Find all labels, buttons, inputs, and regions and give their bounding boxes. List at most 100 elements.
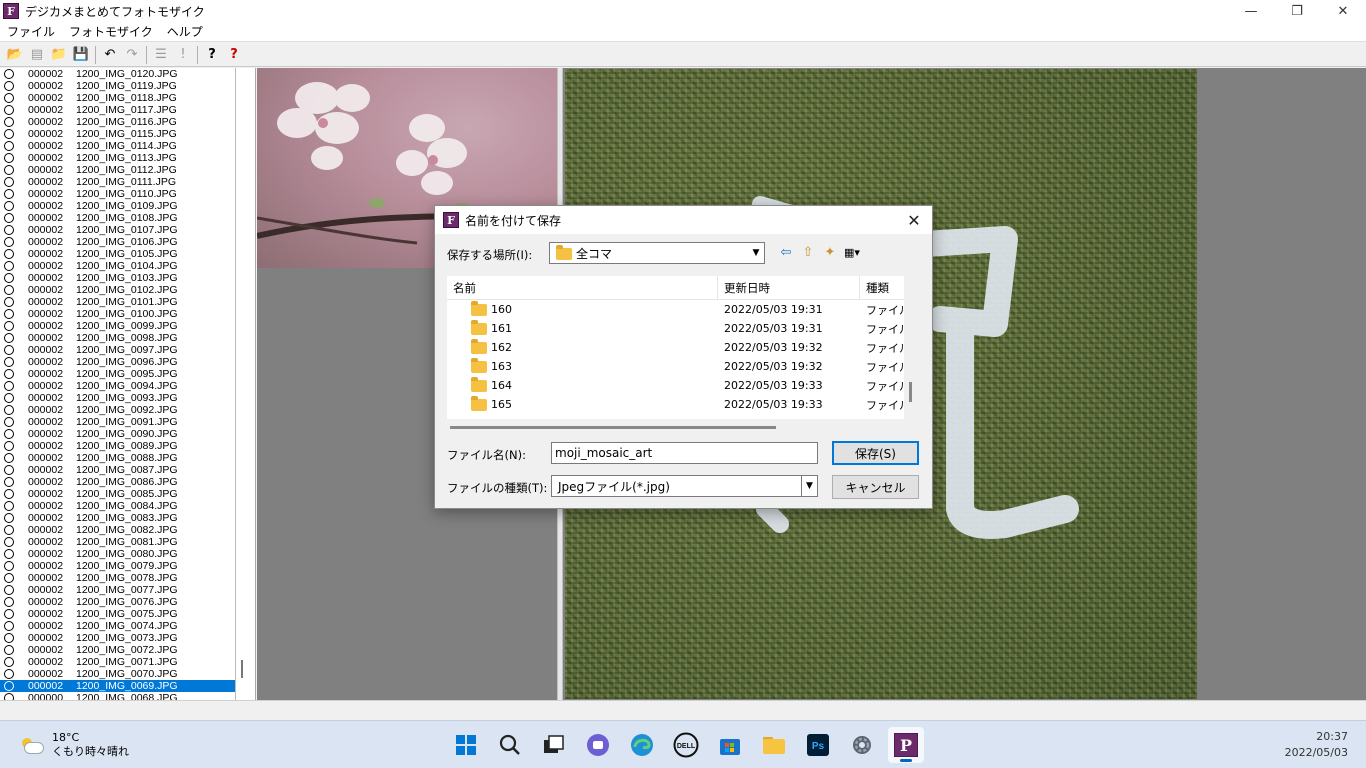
file-list-row[interactable]: 000002 1200_IMG_0105.JPG [0, 248, 235, 260]
file-list-row[interactable]: 000002 1200_IMG_0099.JPG [0, 320, 235, 332]
radio-icon[interactable] [4, 609, 14, 619]
radio-icon[interactable] [4, 381, 14, 391]
radio-icon[interactable] [4, 513, 14, 523]
search-icon[interactable] [492, 727, 528, 763]
radio-icon[interactable] [4, 309, 14, 319]
radio-icon[interactable] [4, 141, 14, 151]
radio-icon[interactable] [4, 81, 14, 91]
menu-help[interactable]: ヘルプ [160, 23, 210, 40]
file-list-row[interactable]: 000002 1200_IMG_0093.JPG [0, 392, 235, 404]
file-list-row[interactable]: 000002 1200_IMG_0070.JPG [0, 668, 235, 680]
file-list-row[interactable]: 000002 1200_IMG_0110.JPG [0, 188, 235, 200]
file-list-row[interactable]: 000002 1200_IMG_0113.JPG [0, 152, 235, 164]
minimize-button[interactable]: — [1228, 0, 1274, 22]
radio-icon[interactable] [4, 645, 14, 655]
close-button[interactable]: ✕ [1320, 0, 1366, 22]
file-list-row[interactable]: 000002 1200_IMG_0107.JPG [0, 224, 235, 236]
weather-widget[interactable]: 18°C くもり時々晴れ [20, 731, 129, 759]
radio-icon[interactable] [4, 537, 14, 547]
file-list-row[interactable]: 000002 1200_IMG_0104.JPG [0, 260, 235, 272]
radio-icon[interactable] [4, 333, 14, 343]
dialog-close-icon[interactable]: ✕ [904, 210, 924, 230]
radio-icon[interactable] [4, 393, 14, 403]
radio-icon[interactable] [4, 153, 14, 163]
save-button[interactable]: 保存(S) [832, 441, 919, 465]
file-list-row[interactable]: 000002 1200_IMG_0075.JPG [0, 608, 235, 620]
file-list-row[interactable]: 000002 1200_IMG_0117.JPG [0, 104, 235, 116]
radio-icon[interactable] [4, 621, 14, 631]
radio-icon[interactable] [4, 357, 14, 367]
file-list-row[interactable]: 000000 1200_IMG_0068.JPG [0, 692, 235, 700]
undo-icon[interactable]: ↶ [99, 45, 121, 65]
file-list-row[interactable]: 000002 1200_IMG_0118.JPG [0, 92, 235, 104]
file-list-row[interactable]: 000002 1200_IMG_0071.JPG [0, 656, 235, 668]
column-name[interactable]: 名前 ^ [447, 276, 718, 299]
store-icon[interactable] [712, 727, 748, 763]
file-list-row[interactable]: 000002 1200_IMG_0111.JPG [0, 176, 235, 188]
help-icon[interactable]: ? [201, 45, 223, 65]
back-icon[interactable]: ⇦ [775, 243, 797, 261]
file-list-row[interactable]: 000002 1200_IMG_0102.JPG [0, 284, 235, 296]
redo-icon[interactable]: ↷ [121, 45, 143, 65]
file-list-row[interactable]: 000002 1200_IMG_0096.JPG [0, 356, 235, 368]
cancel-button[interactable]: キャンセル [832, 475, 919, 499]
chevron-down-icon[interactable]: ▼ [801, 476, 817, 496]
radio-icon[interactable] [4, 201, 14, 211]
open-list-icon[interactable]: ▤ [26, 45, 48, 65]
folder-listview[interactable]: 名前 ^ 更新日時 種類 160 2022/05/03 19:31 ファイル 161 2… [447, 276, 904, 419]
file-list-row[interactable]: 000002 1200_IMG_0076.JPG [0, 596, 235, 608]
radio-icon[interactable] [4, 321, 14, 331]
file-list-row[interactable]: 000002 1200_IMG_0098.JPG [0, 332, 235, 344]
radio-icon[interactable] [4, 585, 14, 595]
radio-icon[interactable] [4, 549, 14, 559]
folder-row[interactable]: 161 2022/05/03 19:31 ファイル [447, 319, 904, 338]
file-list-row[interactable]: 000002 1200_IMG_0094.JPG [0, 380, 235, 392]
radio-icon[interactable] [4, 465, 14, 475]
radio-icon[interactable] [4, 477, 14, 487]
listview-hscroll-thumb[interactable] [450, 426, 776, 429]
file-list-row[interactable]: 000002 1200_IMG_0114.JPG [0, 140, 235, 152]
save-icon[interactable]: 💾 [70, 45, 92, 65]
file-list-row[interactable]: 000002 1200_IMG_0112.JPG [0, 164, 235, 176]
view-menu-icon[interactable]: ▦▾ [841, 243, 863, 261]
file-list-row[interactable]: 000002 1200_IMG_0069.JPG [0, 680, 235, 692]
context-help-icon[interactable]: ? [223, 45, 245, 65]
file-list-row[interactable]: 000002 1200_IMG_0072.JPG [0, 644, 235, 656]
file-list[interactable]: 000002 1200_IMG_0120.JPG 000002 1200_IMG_01… [0, 68, 236, 700]
file-list-row[interactable]: 000002 1200_IMG_0120.JPG [0, 68, 235, 80]
file-list-row[interactable]: 000002 1200_IMG_0119.JPG [0, 80, 235, 92]
radio-icon[interactable] [4, 453, 14, 463]
edge-icon[interactable] [624, 727, 660, 763]
radio-icon[interactable] [4, 93, 14, 103]
radio-icon[interactable] [4, 105, 14, 115]
radio-icon[interactable] [4, 633, 14, 643]
file-list-row[interactable]: 000002 1200_IMG_0082.JPG [0, 524, 235, 536]
file-list-row[interactable]: 000002 1200_IMG_0086.JPG [0, 476, 235, 488]
radio-icon[interactable] [4, 213, 14, 223]
chat-icon[interactable] [580, 727, 616, 763]
file-list-row[interactable]: 000002 1200_IMG_0103.JPG [0, 272, 235, 284]
file-list-row[interactable]: 000002 1200_IMG_0095.JPG [0, 368, 235, 380]
radio-icon[interactable] [4, 273, 14, 283]
radio-icon[interactable] [4, 657, 14, 667]
filename-input[interactable]: moji_mosaic_art [551, 442, 818, 464]
listview-vscroll-thumb[interactable] [909, 382, 912, 402]
radio-icon[interactable] [4, 261, 14, 271]
file-list-row[interactable]: 000002 1200_IMG_0101.JPG [0, 296, 235, 308]
radio-icon[interactable] [4, 669, 14, 679]
radio-icon[interactable] [4, 177, 14, 187]
radio-icon[interactable] [4, 297, 14, 307]
maximize-button[interactable]: ❐ [1274, 0, 1320, 22]
file-list-row[interactable]: 000002 1200_IMG_0089.JPG [0, 440, 235, 452]
radio-icon[interactable] [4, 681, 14, 691]
file-list-row[interactable]: 000002 1200_IMG_0083.JPG [0, 512, 235, 524]
filetype-combo[interactable]: Jpegファイル(*.jpg) ▼ [551, 475, 818, 497]
file-list-row[interactable]: 000002 1200_IMG_0090.JPG [0, 428, 235, 440]
radio-icon[interactable] [4, 429, 14, 439]
radio-icon[interactable] [4, 237, 14, 247]
radio-icon[interactable] [4, 489, 14, 499]
radio-icon[interactable] [4, 165, 14, 175]
task-view-icon[interactable] [536, 727, 572, 763]
folder-row[interactable]: 163 2022/05/03 19:32 ファイル [447, 357, 904, 376]
list-icon[interactable]: ☰ [150, 45, 172, 65]
